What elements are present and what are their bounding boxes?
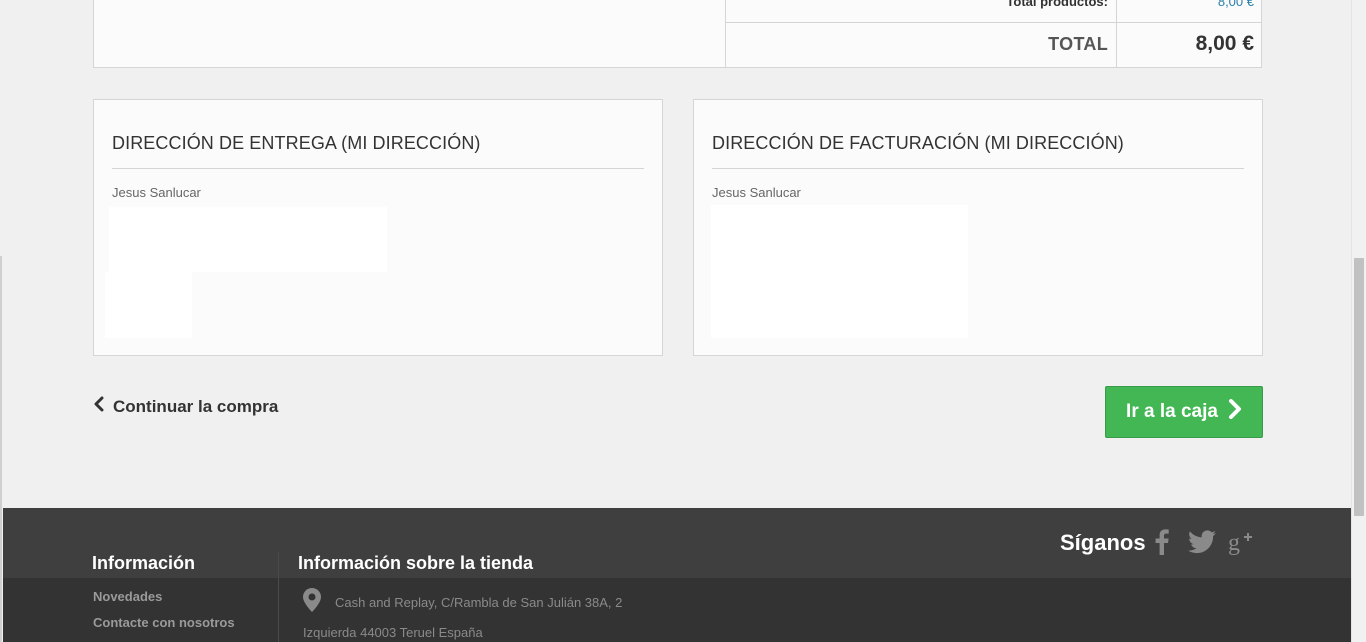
follow-us-label: Síganos (1060, 530, 1146, 555)
checkout-label: Ir a la caja (1126, 401, 1218, 422)
store-address-line2: Izquierda 44003 Teruel España (303, 625, 483, 640)
twitter-icon[interactable] (1188, 528, 1216, 556)
divider (712, 168, 1244, 169)
google-plus-icon[interactable]: g (1228, 528, 1256, 556)
svg-text:g: g (1228, 530, 1240, 556)
total-products-label: Total productos: (1006, 0, 1108, 9)
table-divider (725, 0, 726, 68)
redacted-address-block (109, 207, 387, 272)
delivery-address-box: DIRECCIÓN DE ENTREGA (MI DIRECCIÓN) Jesu… (93, 99, 663, 356)
footer-top-band (3, 508, 1351, 578)
chevron-left-icon (93, 396, 105, 417)
footer-info-title: Información (92, 553, 196, 573)
delivery-address-name: Jesus Sanlucar (112, 185, 201, 200)
footer-link-contact[interactable]: Contacte con nosotros (93, 615, 235, 630)
footer-bottom-band (3, 578, 1351, 642)
footer-store-title: Información sobre la tienda (298, 553, 534, 573)
continue-shopping-label: Continuar la compra (113, 396, 279, 416)
window-edge (0, 256, 2, 642)
divider (112, 168, 644, 169)
redacted-address-block (711, 205, 968, 338)
footer-column-divider (278, 552, 279, 642)
table-divider (725, 22, 1262, 23)
facebook-icon[interactable] (1152, 528, 1172, 556)
total-value: 8,00 € (1195, 32, 1254, 55)
redacted-address-block (105, 272, 192, 338)
checkout-button[interactable]: Ir a la caja (1105, 386, 1263, 438)
footer-link-novedades[interactable]: Novedades (93, 589, 162, 604)
continue-shopping-link[interactable]: Continuar la compra (93, 396, 278, 417)
total-products-value: 8,00 € (1217, 0, 1254, 9)
map-marker-icon (303, 588, 321, 617)
scrollbar-thumb[interactable] (1354, 258, 1364, 516)
chevron-right-icon (1228, 399, 1242, 425)
billing-address-name: Jesus Sanlucar (712, 185, 801, 200)
billing-address-title: DIRECCIÓN DE FACTURACIÓN (MI DIRECCIÓN) (712, 133, 1124, 153)
store-address-line1: Cash and Replay, C/Rambla de San Julián … (335, 595, 623, 610)
billing-address-box: DIRECCIÓN DE FACTURACIÓN (MI DIRECCIÓN) … (693, 99, 1263, 356)
delivery-address-title: DIRECCIÓN DE ENTREGA (MI DIRECCIÓN) (112, 133, 481, 153)
total-label: TOTAL (1048, 34, 1108, 54)
table-divider (1116, 0, 1117, 68)
